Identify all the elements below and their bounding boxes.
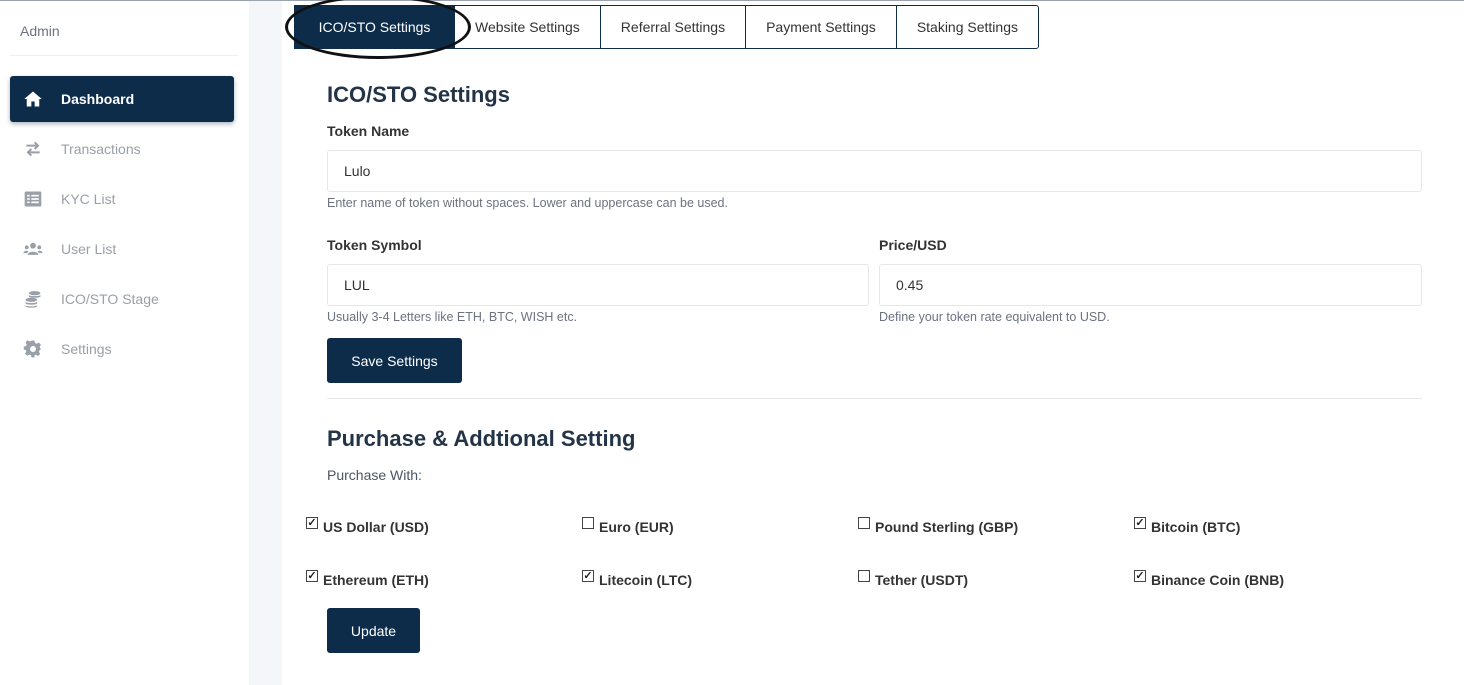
sidebar-divider [10,55,238,56]
section-title-purchase: Purchase & Addtional Setting [327,426,636,451]
token-symbol-label: Token Symbol [327,237,422,253]
checkbox-btc[interactable]: ✓ Bitcoin (BTC) [1134,516,1241,535]
token-name-label: Token Name [327,123,410,139]
brand-label: Admin [20,23,60,39]
checkbox-icon: ✓ [306,569,318,582]
checkbox-label: Pound Sterling (GBP) [875,519,1019,535]
checkbox-label: Ethereum (ETH) [323,572,429,588]
sidebar-item-transactions[interactable]: Transactions [10,126,234,172]
settings-tabs: ICO/STO Settings Website Settings Referr… [294,5,1039,49]
sidebar-item-label: Settings [61,341,112,357]
sidebar-nav: Dashboard Transactions KYC List User Lis… [10,76,234,376]
checkbox-label: Litecoin (LTC) [599,572,693,588]
checkbox-label: Binance Coin (BNB) [1151,572,1284,588]
checkbox-ltc[interactable]: ✓ Litecoin (LTC) [582,569,693,588]
sidebar: Admin Dashboard Transactions KYC List Us… [0,1,249,685]
exchange-icon [22,138,44,160]
checkbox-eur[interactable]: Euro (EUR) [582,517,674,535]
checkbox-label: Tether (USDT) [875,572,969,588]
sidebar-item-dashboard[interactable]: Dashboard [10,76,234,122]
coins-icon [22,288,44,310]
sidebar-item-label: ICO/STO Stage [61,291,159,307]
token-symbol-input[interactable] [327,264,869,306]
users-icon [22,238,44,260]
checkbox-usdt[interactable]: Tether (USDT) [858,570,969,588]
purchase-with-label: Purchase With: [327,467,422,483]
sidebar-item-label: Transactions [61,141,141,157]
checkbox-label: Euro (EUR) [599,519,674,535]
list-icon [22,188,44,210]
checkbox-icon [858,517,870,529]
tab-ico-sto-settings[interactable]: ICO/STO Settings [294,5,454,49]
price-usd-input[interactable] [879,264,1422,306]
home-icon [22,88,44,110]
checkbox-usd[interactable]: ✓ US Dollar (USD) [306,516,429,535]
sidebar-item-label: Dashboard [61,91,135,107]
sidebar-item-ico-sto-stage[interactable]: ICO/STO Stage [10,276,234,322]
token-name-input[interactable] [327,150,1422,192]
checkbox-gbp[interactable]: Pound Sterling (GBP) [858,517,1019,535]
sidebar-item-settings[interactable]: Settings [10,326,234,372]
tab-payment-settings[interactable]: Payment Settings [745,5,896,49]
checkbox-label: US Dollar (USD) [323,519,429,535]
update-button[interactable]: Update [327,608,420,653]
sidebar-item-label: KYC List [61,191,116,207]
checkbox-icon: ✓ [306,516,318,529]
sidebar-item-user-list[interactable]: User List [10,226,234,272]
price-usd-help: Define your token rate equivalent to USD… [879,310,1110,324]
price-usd-label: Price/USD [879,237,947,253]
sidebar-item-label: User List [61,241,117,257]
checkbox-icon [858,570,870,582]
checkbox-bnb[interactable]: ✓ Binance Coin (BNB) [1134,569,1284,588]
main-content: ICO/STO Settings Website Settings Referr… [282,0,1464,685]
checkbox-icon: ✓ [1134,569,1146,582]
gear-icon [22,338,44,360]
checkbox-icon: ✓ [582,569,594,582]
token-name-help: Enter name of token without spaces. Lowe… [327,196,728,210]
checkbox-eth[interactable]: ✓ Ethereum (ETH) [306,569,429,588]
tab-referral-settings[interactable]: Referral Settings [599,5,746,49]
checkbox-label: Bitcoin (BTC) [1151,519,1241,535]
save-settings-button[interactable]: Save Settings [327,338,462,383]
token-symbol-help: Usually 3-4 Letters like ETH, BTC, WISH … [327,310,578,324]
sidebar-item-kyc-list[interactable]: KYC List [10,176,234,222]
checkbox-icon: ✓ [1134,516,1146,529]
section-title-ico-sto: ICO/STO Settings [327,82,510,107]
section-divider [327,398,1422,399]
checkbox-icon [582,517,594,529]
tab-website-settings[interactable]: Website Settings [454,5,600,49]
tab-staking-settings[interactable]: Staking Settings [895,5,1039,49]
